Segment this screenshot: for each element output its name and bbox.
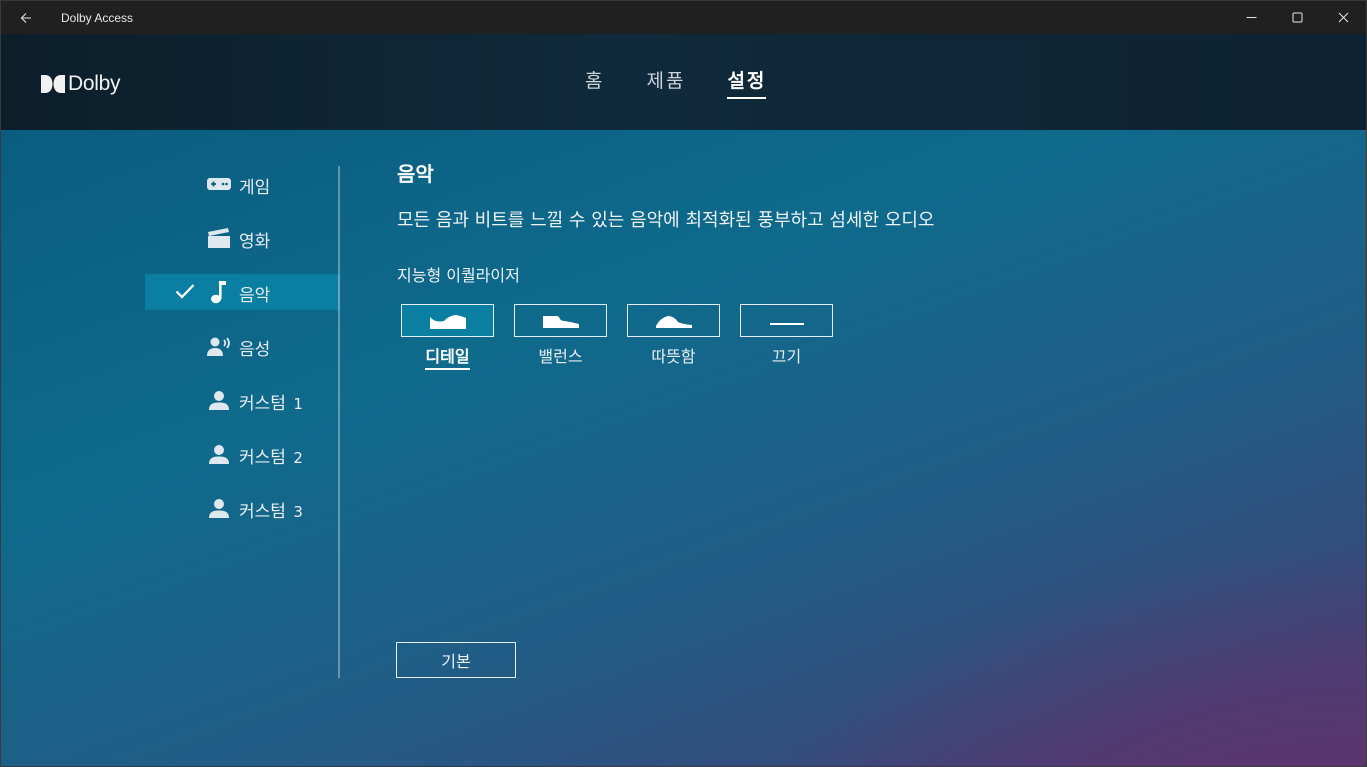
eq-option-box[interactable] [627,304,720,337]
tab-products[interactable]: 제품 [646,66,685,99]
sidebar-item-custom-2[interactable]: 커스텀 2 [145,436,340,472]
person-icon [207,443,231,465]
sidebar-item-game[interactable]: 게임 [145,166,340,202]
profile-sidebar: 게임 영화 음악 음성 커스텀 1 커스텀 2 커스텀 3 [145,166,340,544]
app-window: Dolby Access Dolby 홈 제품 설정 게임 영화 음악 음성 커… [0,0,1367,767]
eq-option-label: 따뜻함 [651,347,696,366]
sidebar-item-label: 음악 [239,286,271,306]
eq-option-off[interactable]: 끄기 [740,304,833,370]
page-title: 음악 [397,162,434,186]
eq-option-label: 밸런스 [538,347,583,366]
sidebar-divider [338,166,340,678]
maximize-icon [1292,12,1302,23]
eq-option-label: 디테일 [425,343,470,370]
sidebar-item-label: 음성 [239,340,271,360]
minimize-button[interactable] [1228,1,1274,34]
eq-flat-line-icon [769,322,804,325]
eq-option-label: 끄기 [771,347,802,366]
sidebar-item-label: 커스텀 2 [239,448,303,468]
equalizer-label: 지능형 이퀄라이저 [397,266,520,285]
app-header: Dolby 홈 제품 설정 [1,34,1366,130]
profile-description: 모든 음과 비트를 느낄 수 있는 음악에 최적화된 풍부하고 섬세한 오디오 [397,210,935,231]
sidebar-item-music[interactable]: 음악 [145,274,340,310]
eq-option-box[interactable] [740,304,833,337]
sidebar-item-label: 게임 [239,178,271,198]
back-button[interactable] [1,1,51,34]
sidebar-item-label: 커스텀 3 [239,502,303,522]
sidebar-item-custom-1[interactable]: 커스텀 1 [145,382,340,418]
dolby-logo: Dolby [41,72,121,96]
main-area: 게임 영화 음악 음성 커스텀 1 커스텀 2 커스텀 3 음악 모든 음과 비… [1,130,1366,766]
logo-text: Dolby [68,72,121,95]
sidebar-item-voice[interactable]: 음성 [145,328,340,364]
profile-content: 음악 모든 음과 비트를 느낄 수 있는 음악에 최적화된 풍부하고 섬세한 오… [397,158,934,370]
eq-option-box[interactable] [401,304,494,337]
sidebar-item-custom-3[interactable]: 커스텀 3 [145,490,340,526]
eq-option-warm[interactable]: 따뜻함 [627,304,720,370]
person-icon [207,497,231,519]
equalizer-options: 디테일 밸런스 따뜻함 끄기 [401,304,853,370]
gamepad-icon [207,173,231,195]
eq-warm-curve-icon [655,315,692,328]
back-arrow-icon [20,12,31,23]
dolby-logo-icon [41,75,65,93]
clapperboard-icon [207,227,231,249]
sidebar-item-label: 영화 [239,232,271,252]
tab-settings[interactable]: 설정 [727,66,767,99]
eq-option-box[interactable] [514,304,607,337]
sidebar-item-movie[interactable]: 영화 [145,220,340,256]
checkmark-icon [175,283,195,303]
close-icon [1338,12,1348,23]
title-bar: Dolby Access [1,1,1366,34]
sidebar-item-label: 커스텀 1 [239,394,303,414]
eq-balance-curve-icon [542,315,579,328]
eq-option-detail[interactable]: 디테일 [401,304,494,370]
voice-icon [207,335,231,357]
music-note-icon [207,281,231,304]
window-controls [1228,1,1366,34]
window-title: Dolby Access [61,10,134,25]
tab-home[interactable]: 홈 [585,66,604,99]
maximize-button[interactable] [1274,1,1320,34]
eq-detail-curve-icon [429,314,466,329]
default-button[interactable]: 기본 [396,642,516,678]
person-icon [207,389,231,411]
close-button[interactable] [1320,1,1366,34]
eq-option-balance[interactable]: 밸런스 [514,304,607,370]
minimize-icon [1246,17,1256,18]
